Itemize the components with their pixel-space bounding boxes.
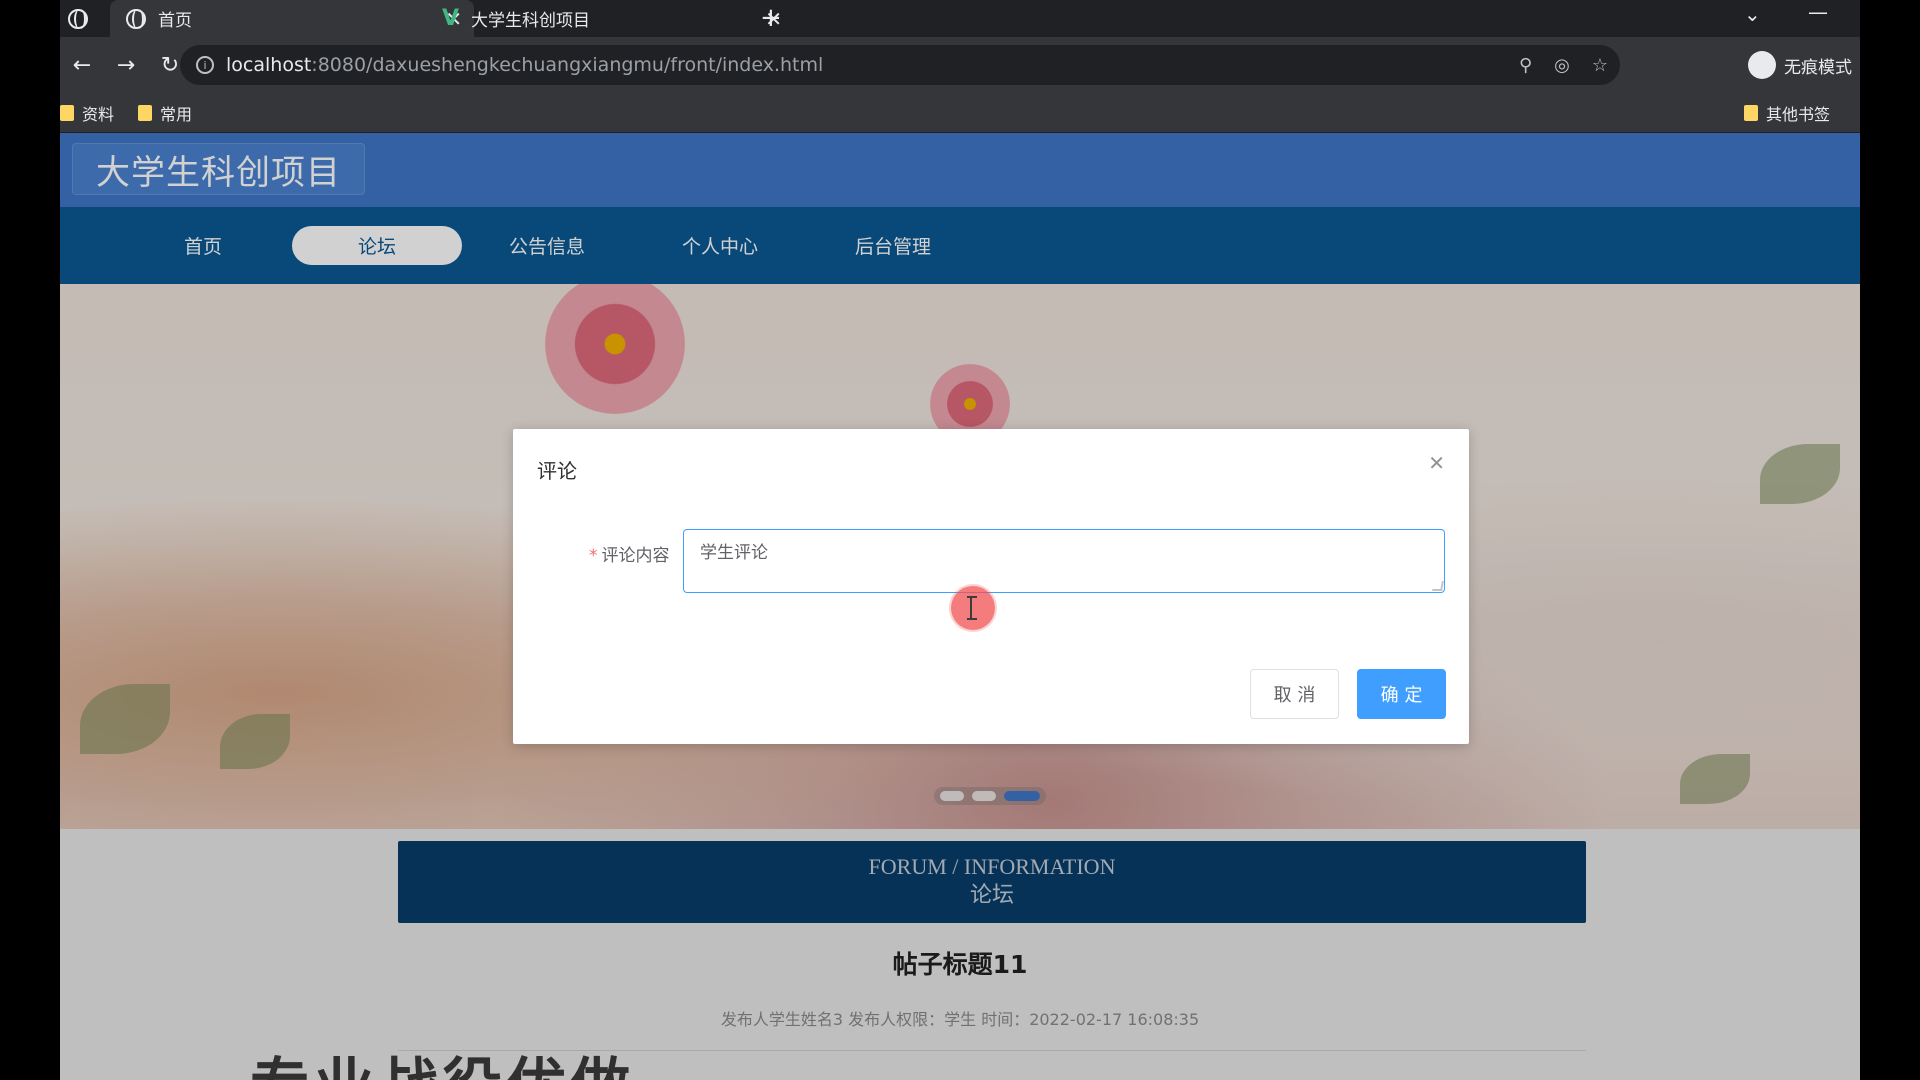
comment-textarea[interactable]: 学生评论 xyxy=(683,529,1445,593)
globe-icon xyxy=(68,8,88,29)
eye-slash-icon[interactable]: ◎ xyxy=(1554,55,1570,76)
folder-icon xyxy=(138,104,153,121)
comment-dialog: 评论 ✕ * 评论内容 学生评论 取 消 确 定 xyxy=(513,429,1469,744)
folder-icon xyxy=(1743,105,1758,121)
browser-toolbar: ← → ↻ i localhost:8080/daxueshengkechuan… xyxy=(60,37,1860,93)
omnibox-icons: ⚲ ◎ ☆ xyxy=(1519,45,1608,85)
incognito-profile[interactable]: 无痕模式 xyxy=(1740,45,1860,85)
other-bookmarks[interactable]: 其他书签 xyxy=(1743,93,1830,133)
zoom-icon[interactable]: ⚲ xyxy=(1519,55,1532,76)
incognito-avatar-icon xyxy=(1748,51,1776,79)
address-host: localhost xyxy=(226,54,312,76)
bookmark-folder-changyong[interactable]: 常用 xyxy=(138,101,192,125)
text-cursor-icon xyxy=(967,596,977,620)
tab-title: 大学生科创项目 xyxy=(471,11,591,31)
tab-home[interactable]: 首页 ✕ xyxy=(110,0,474,37)
resize-grip-icon[interactable] xyxy=(1432,581,1444,591)
close-icon[interactable]: ✕ xyxy=(1428,451,1445,475)
tab-strip: 首页 ✕ V 大学生科创项目 ✕ + ⌄ — xyxy=(60,0,1860,37)
address-path: :8080/daxueshengkechuangxiangmu/front/in… xyxy=(311,54,824,76)
forward-arrow-icon[interactable]: → xyxy=(104,53,148,78)
dialog-title: 评论 xyxy=(537,459,577,483)
new-tab-plus-icon[interactable]: + xyxy=(760,3,782,33)
screen: 首页 ✕ V 大学生科创项目 ✕ + ⌄ — ← → ↻ i localhost… xyxy=(0,0,1920,1080)
tab-search-button[interactable] xyxy=(60,0,106,37)
comment-label: * 评论内容 xyxy=(589,541,670,566)
tab-project[interactable]: V 大学生科创项目 ✕ xyxy=(430,0,794,37)
bookmark-label: 资料 xyxy=(82,104,115,124)
star-icon[interactable]: ☆ xyxy=(1592,55,1608,76)
bookmarks-bar: 资料 常用 其他书签 xyxy=(60,93,1860,133)
confirm-button[interactable]: 确 定 xyxy=(1357,669,1446,719)
back-arrow-icon[interactable]: ← xyxy=(60,53,104,78)
info-icon[interactable]: i xyxy=(196,56,214,74)
required-asterisk: * xyxy=(589,546,598,566)
incognito-label: 无痕模式 xyxy=(1784,57,1852,78)
tab-search-chevron-icon[interactable]: ⌄ xyxy=(1744,2,1761,26)
address-bar[interactable]: i localhost:8080/daxueshengkechuangxiang… xyxy=(180,45,1620,85)
tab-title: 首页 xyxy=(158,11,192,31)
minimize-icon[interactable]: — xyxy=(1808,0,1828,24)
bookmark-label: 常用 xyxy=(160,104,193,124)
bookmark-folder-ziliao[interactable]: 资料 xyxy=(60,101,114,125)
cancel-button[interactable]: 取 消 xyxy=(1250,669,1339,719)
other-bookmarks-label: 其他书签 xyxy=(1765,105,1830,124)
folder-icon xyxy=(60,104,74,121)
comment-label-text: 评论内容 xyxy=(601,546,670,566)
browser-window: 首页 ✕ V 大学生科创项目 ✕ + ⌄ — ← → ↻ i localhost… xyxy=(60,0,1860,1080)
globe-icon xyxy=(126,8,146,29)
vue-logo-icon: V xyxy=(442,6,460,31)
